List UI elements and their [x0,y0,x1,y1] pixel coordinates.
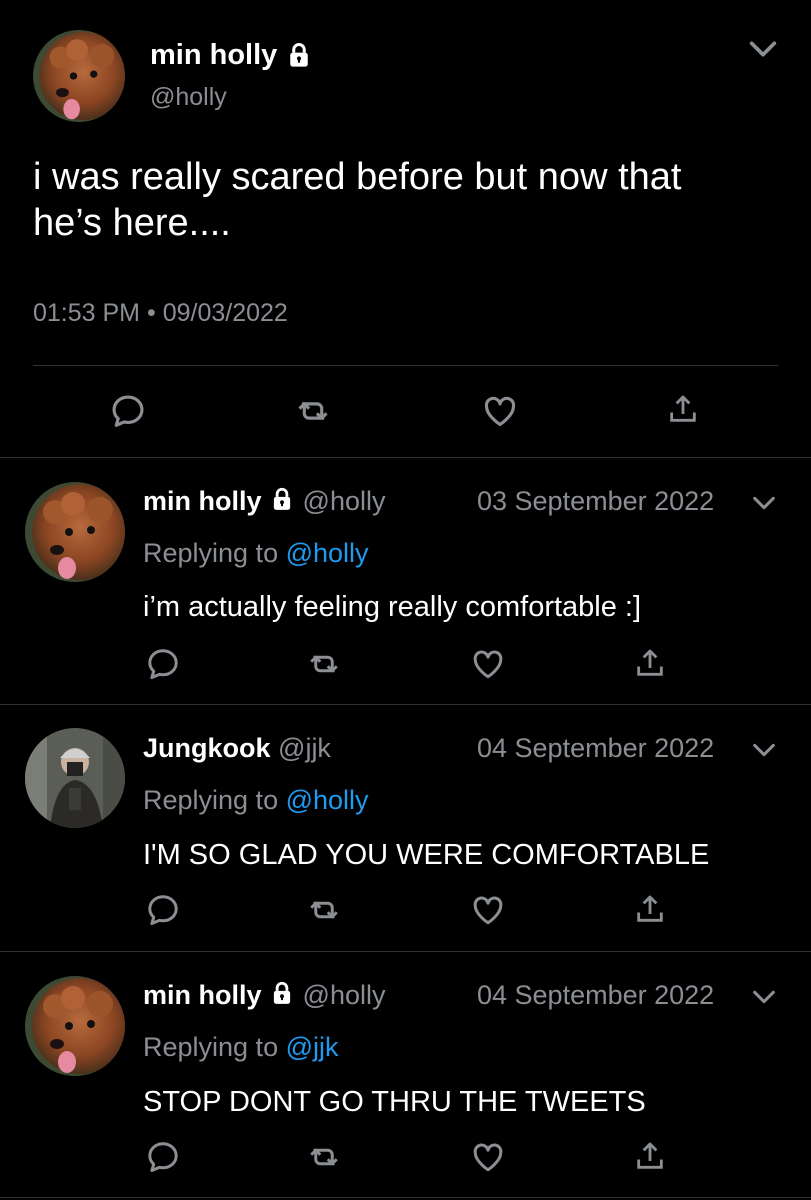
retweet-icon[interactable] [294,392,332,430]
reply-icon[interactable] [145,1139,181,1175]
divider [0,704,811,705]
timestamp[interactable]: 01:53 PM • 09/03/2022 [33,298,288,328]
replying-to: Replying to @jjk [143,1031,339,1063]
replying-label: Replying to [143,538,279,568]
share-icon[interactable] [633,892,667,926]
handle[interactable]: @holly [303,486,386,516]
reply-icon[interactable] [109,392,147,430]
tweet-text: STOP DONT GO THRU THE TWEETS [143,1086,646,1118]
mention-link[interactable]: @holly [286,538,369,568]
reply-header: min holly @holly [143,485,386,519]
reply-header: min holly @holly [143,979,386,1013]
mention-link[interactable]: @jjk [286,1032,339,1062]
handle[interactable]: @holly [303,980,386,1010]
divider [33,365,778,366]
display-name[interactable]: min holly [143,980,262,1010]
retweet-icon[interactable] [306,646,342,682]
retweet-icon[interactable] [306,1139,342,1175]
avatar[interactable] [33,30,125,122]
dot-separator: • [146,299,156,327]
tweet-text-line: i was really scared before but now that [33,156,682,198]
avatar[interactable] [25,482,125,582]
reply-header: Jungkook @jjk [143,732,331,764]
handle[interactable]: @jjk [278,733,331,763]
date: 09/03/2022 [162,299,288,327]
reply-date[interactable]: 04 September 2022 [477,732,714,764]
chevron-down-icon[interactable] [750,736,778,769]
reply-icon[interactable] [145,646,181,682]
divider [0,1197,811,1198]
display-name[interactable]: min holly [150,38,277,72]
tweet-text: i was really scared before but now that … [33,154,681,246]
like-icon[interactable] [470,892,506,928]
like-icon[interactable] [470,1139,506,1175]
mention-link[interactable]: @holly [286,785,369,815]
lock-icon [269,486,295,519]
tweet-text: i’m actually feeling really comfortable … [143,591,642,623]
share-icon[interactable] [633,1139,667,1173]
avatar[interactable] [25,728,125,828]
chevron-down-icon[interactable] [750,489,778,522]
replying-to: Replying to @holly [143,784,369,816]
share-icon[interactable] [633,646,667,680]
replying-label: Replying to [143,1032,279,1062]
retweet-icon[interactable] [306,892,342,928]
replying-to: Replying to @holly [143,537,369,569]
handle[interactable]: @holly [150,82,227,112]
replying-label: Replying to [143,785,279,815]
tweet-text: I'M SO GLAD YOU WERE COMFORTABLE [143,839,710,871]
display-name[interactable]: min holly [143,486,262,516]
tweet-text-line: he’s here.... [33,202,231,244]
reply-icon[interactable] [145,892,181,928]
chevron-down-icon[interactable] [746,32,780,71]
divider [0,457,811,458]
reply-date[interactable]: 03 September 2022 [477,485,714,517]
time: 01:53 PM [33,299,141,327]
display-name[interactable]: Jungkook [143,733,271,763]
reply-date[interactable]: 04 September 2022 [477,979,714,1011]
lock-icon [285,41,313,74]
share-icon[interactable] [666,392,700,426]
divider [0,951,811,952]
chevron-down-icon[interactable] [750,983,778,1016]
avatar[interactable] [25,976,125,1076]
lock-icon [269,980,295,1013]
like-icon[interactable] [470,646,506,682]
like-icon[interactable] [481,392,519,430]
